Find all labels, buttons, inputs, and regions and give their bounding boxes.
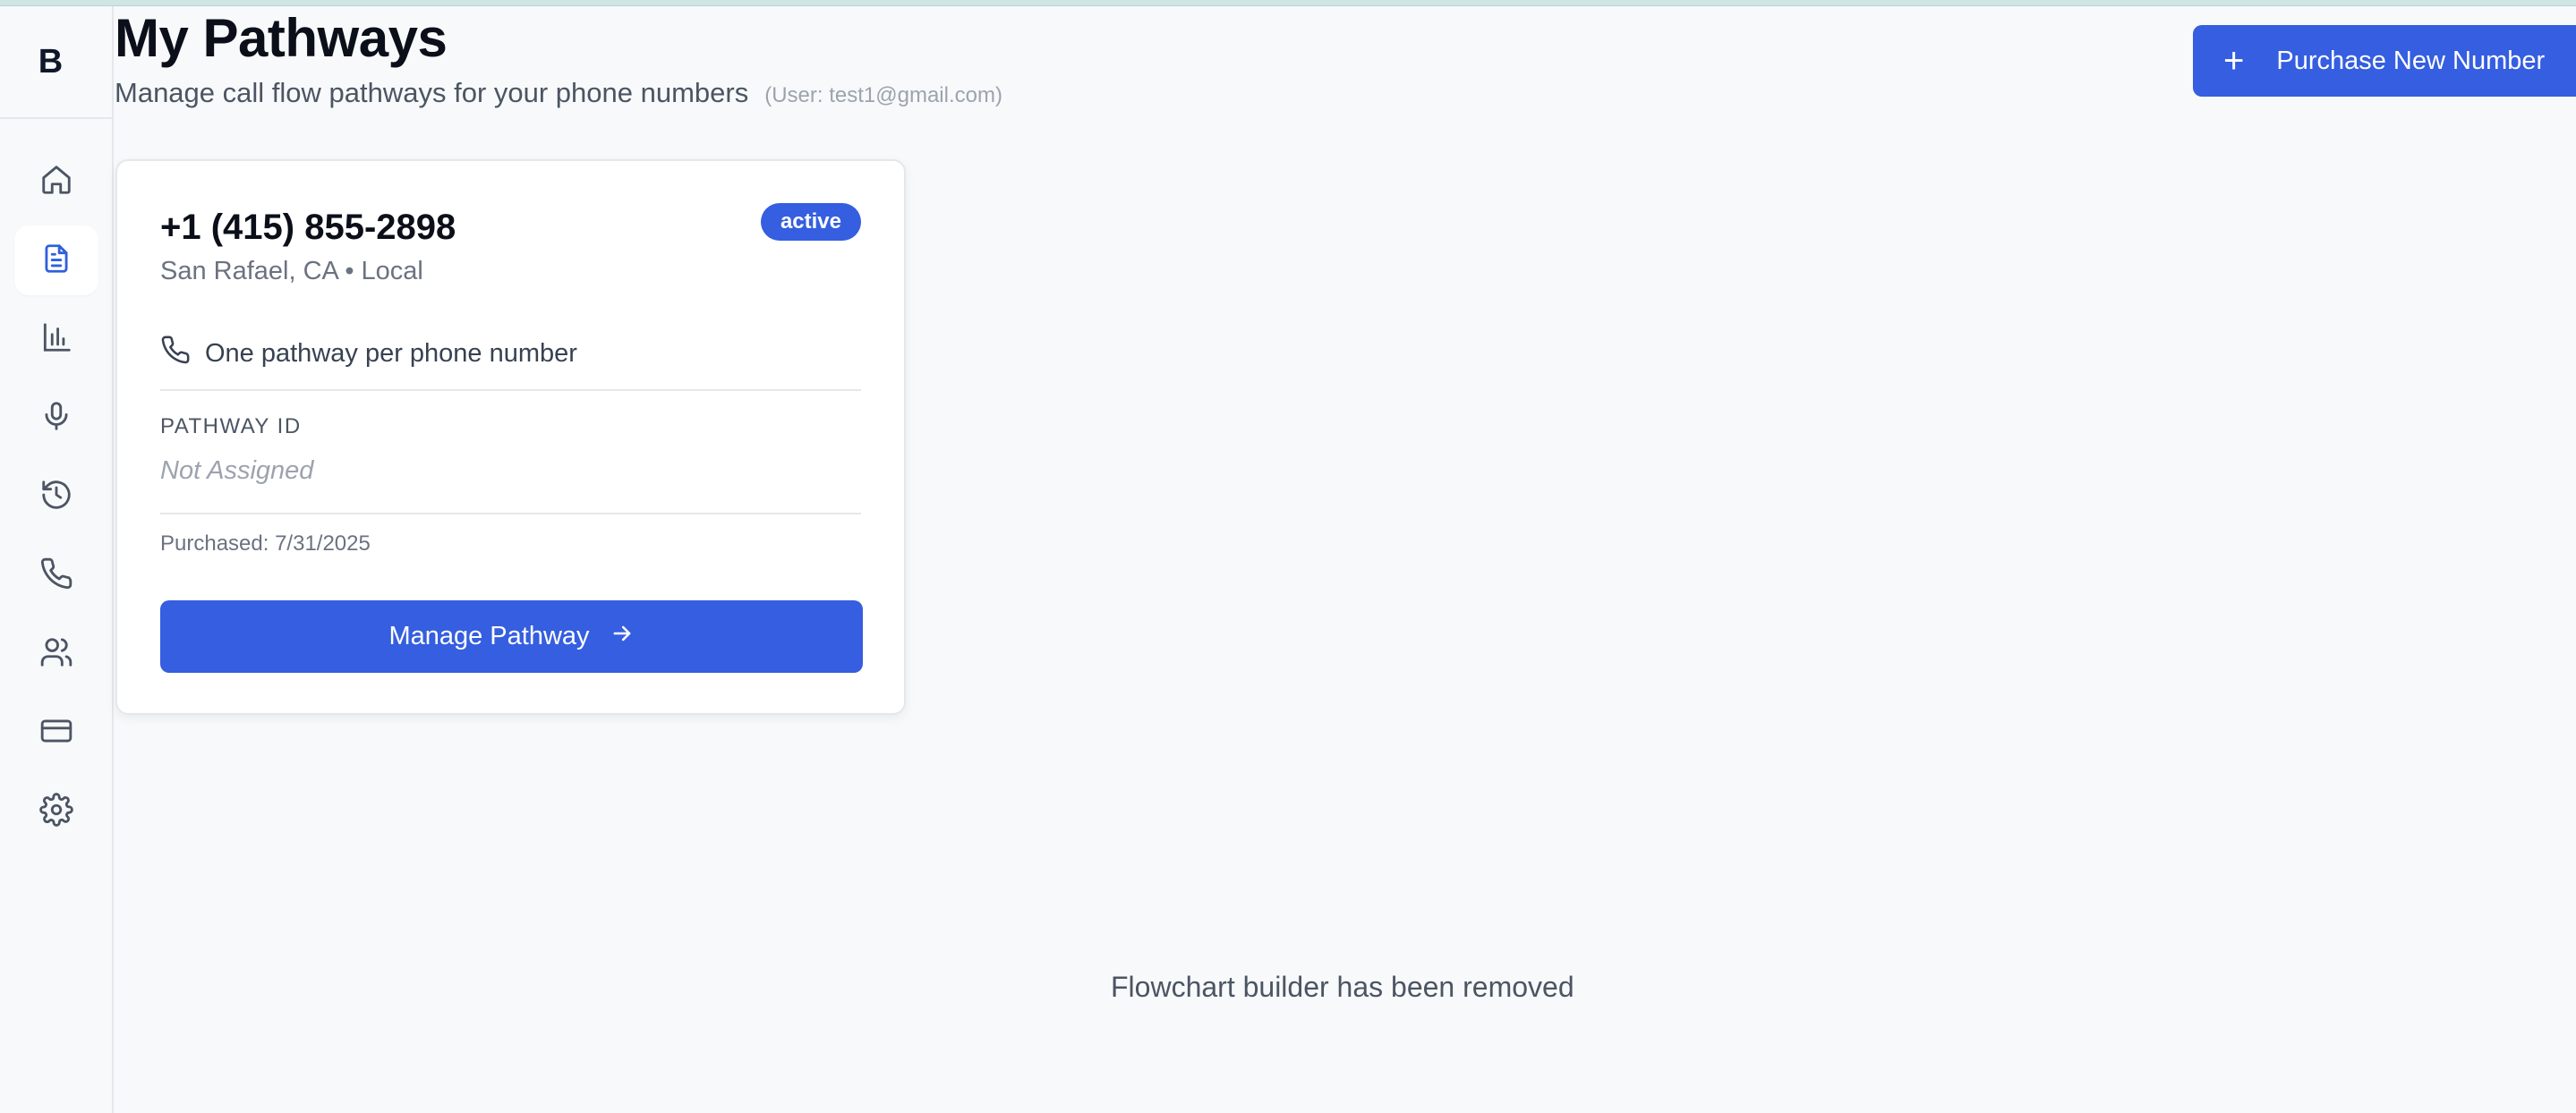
phone-number: +1 (415) 855-2898 [160,208,456,247]
home-icon [39,163,73,201]
status-badge: active [760,203,861,241]
gear-icon [39,792,73,831]
phone-icon [39,556,73,595]
plus-icon: + [2223,41,2245,81]
user-email: (User: test1@gmail.com) [764,83,1002,107]
sidebar-item-pathways[interactable] [14,225,98,295]
page-title: My Pathways [115,8,448,68]
sidebar-item-home[interactable] [14,147,98,217]
history-icon [39,478,73,516]
top-strip [0,0,2576,6]
credit-card-icon [39,714,73,752]
sidebar-item-calls[interactable] [14,540,98,610]
sidebar-item-history[interactable] [14,462,98,531]
sidebar: B [0,6,114,1113]
phone-number-card: +1 (415) 855-2898 San Rafael, CA • Local… [115,159,906,715]
manage-pathway-button[interactable]: Manage Pathway [160,600,863,673]
sidebar-item-contacts[interactable] [14,619,98,689]
pathway-note: One pathway per phone number [160,335,577,372]
purchase-button-label: Purchase New Number [2276,46,2546,75]
pathway-note-text: One pathway per phone number [205,338,577,368]
page-subtitle: Manage call flow pathways for your phone… [115,77,749,108]
pathway-id-label: PATHWAY ID [160,414,302,438]
purchase-date: Purchased: 7/31/2025 [160,531,371,556]
divider [160,389,861,391]
bar-chart-icon [39,320,73,359]
sidebar-item-voice[interactable] [14,383,98,453]
sidebar-item-billing[interactable] [14,698,98,768]
app-logo[interactable]: B [0,6,112,119]
phone-location: San Rafael, CA • Local [160,257,423,285]
microphone-icon [39,399,73,438]
arrow-right-icon [610,621,635,653]
users-icon [39,635,73,674]
manage-pathway-label: Manage Pathway [388,622,590,650]
pathway-id-value: Not Assigned [160,456,314,485]
sidebar-item-analytics[interactable] [14,304,98,374]
flowchart-removed-message: Flowchart builder has been removed [1111,971,1574,1003]
purchase-new-number-button[interactable]: + Purchase New Number [2193,25,2576,97]
divider [160,513,861,514]
sidebar-item-settings[interactable] [14,777,98,846]
document-icon [39,242,73,280]
subtitle-row: Manage call flow pathways for your phone… [115,77,1002,109]
phone-icon [160,335,191,372]
